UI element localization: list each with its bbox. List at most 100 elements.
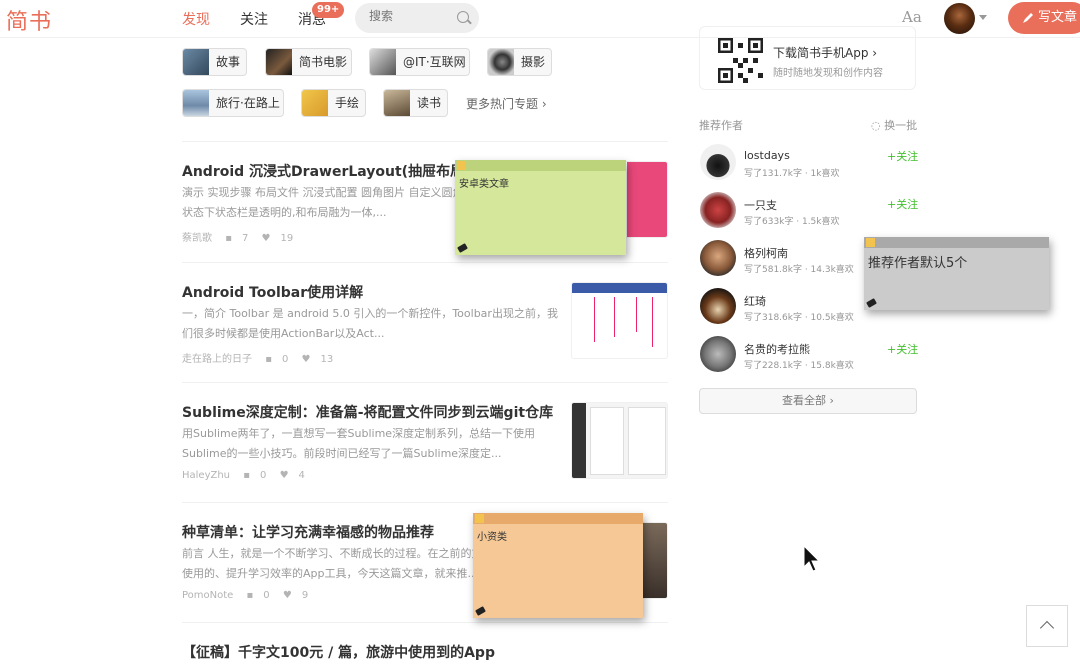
author-stats: 写了228.1k字 · 15.8k喜欢: [744, 361, 854, 371]
topic-thumb: [370, 49, 396, 75]
author-name[interactable]: 一只支: [744, 197, 777, 213]
user-avatar[interactable]: [944, 3, 975, 34]
sticky-bar: [864, 237, 1049, 248]
heart-icon: ♥: [282, 590, 292, 601]
tag-icon: [866, 298, 877, 308]
follow-button[interactable]: +关注: [887, 148, 918, 164]
search-box: [355, 3, 479, 33]
topic-photo[interactable]: 摄影: [487, 48, 552, 76]
app-card-title[interactable]: 下载简书手机App ›: [773, 44, 877, 61]
refresh-icon: ◌: [871, 119, 885, 132]
author-stats: 写了131.7k字 · 1k喜欢: [744, 169, 840, 179]
sticky-text: 安卓类文章: [459, 179, 509, 190]
author-stats: 写了318.6k字 · 10.5k喜欢: [744, 313, 854, 323]
topic-movie[interactable]: 简书电影: [265, 48, 352, 76]
article-thumbnail[interactable]: [571, 402, 668, 479]
comment-icon: ▪: [243, 470, 250, 481]
author-avatar[interactable]: [700, 240, 736, 276]
article-author[interactable]: HaleyZhu: [182, 470, 230, 481]
site-logo[interactable]: 简书: [6, 4, 52, 36]
divider: [182, 382, 668, 383]
search-icon[interactable]: [457, 11, 469, 23]
heart-icon: ♥: [279, 470, 289, 481]
sticky-handle[interactable]: [457, 161, 466, 170]
like-count: 4: [298, 470, 305, 481]
sticky-bar: [473, 513, 643, 524]
write-article-label: 写文章: [1038, 10, 1078, 25]
comment-icon: ▪: [246, 590, 254, 601]
author-avatar[interactable]: [700, 144, 736, 180]
topic-it[interactable]: @IT·互联网: [369, 48, 470, 76]
thumbnail-graphic: [594, 297, 595, 342]
topic-label: @IT·互联网: [403, 55, 466, 69]
more-topics-link[interactable]: 更多热门专题 ›: [466, 95, 547, 112]
tag-icon: [457, 243, 468, 253]
article-author[interactable]: 走在路上的日子: [182, 354, 252, 365]
nav-follow[interactable]: 关注: [240, 9, 268, 29]
thumbnail-graphic: [636, 297, 637, 332]
comment-icon: ▪: [265, 354, 272, 365]
author-avatar[interactable]: [700, 288, 736, 324]
topic-label: 简书电影: [299, 55, 348, 69]
topic-thumb: [384, 90, 410, 116]
app-card-subtitle: 随时随地发现和创作内容: [773, 68, 883, 79]
thumbnail-graphic: [628, 407, 666, 475]
search-input[interactable]: [369, 9, 459, 23]
nav-discover[interactable]: 发现: [182, 9, 210, 29]
topic-story[interactable]: 故事: [182, 48, 247, 76]
see-all-authors-button[interactable]: 查看全部 ›: [699, 388, 917, 414]
article-author[interactable]: 蔡凯歌: [182, 233, 212, 244]
topic-reading[interactable]: 读书: [383, 89, 448, 117]
article-meta: 走在路上的日子 ▪ 0 ♥ 13: [182, 350, 343, 365]
thumbnail-graphic: [614, 297, 615, 337]
author-name[interactable]: lostdays: [744, 149, 790, 162]
thumbnail-graphic: [627, 162, 667, 237]
article-title[interactable]: 【征稿】千字文100元 / 篇，旅游中使用到的App: [182, 642, 495, 662]
sticky-handle[interactable]: [866, 238, 875, 247]
author-name[interactable]: 名贵的考拉熊: [744, 341, 810, 357]
article-title[interactable]: 种草清单：让学习充满幸福感的物品推荐: [182, 522, 434, 542]
author-avatar[interactable]: [700, 336, 736, 372]
sticky-handle[interactable]: [475, 514, 484, 523]
follow-button[interactable]: +关注: [887, 196, 918, 212]
article-author[interactable]: PomoNote: [182, 590, 233, 601]
article-abstract: 用Sublime两年了，一直想写一套Sublime深度定制系列，总结一下使用Su…: [182, 427, 536, 460]
article-title[interactable]: Android 沉浸式DrawerLayout(抽屉布局)案: [182, 161, 484, 181]
like-count: 13: [320, 354, 334, 365]
recommend-heading: 推荐作者: [699, 119, 743, 132]
pen-icon: [1023, 13, 1033, 23]
author-name[interactable]: 格列柯南: [744, 245, 788, 261]
article-thumbnail[interactable]: [571, 282, 668, 359]
topic-drawing[interactable]: 手绘: [301, 89, 366, 117]
topic-thumb: [488, 49, 514, 75]
refresh-button[interactable]: ◌ 换一批: [871, 117, 917, 133]
article-title[interactable]: Android Toolbar使用详解: [182, 282, 363, 302]
comment-count: 0: [281, 354, 289, 365]
topic-thumb: [183, 90, 209, 116]
author-avatar[interactable]: [700, 192, 736, 228]
author-name[interactable]: 红琦: [744, 293, 766, 309]
article-title[interactable]: Sublime深度定制：准备篇-将配置文件同步到云端git仓库: [182, 402, 553, 422]
sticky-note-lifestyle[interactable]: 小资类: [473, 513, 643, 618]
font-settings-icon[interactable]: Aa: [902, 8, 922, 26]
divider: [182, 622, 668, 623]
article-meta: HaleyZhu ▪ 0 ♥ 4: [182, 470, 315, 481]
sticky-text: 推荐作者默认5个: [868, 256, 968, 271]
thumbnail-graphic: [572, 283, 667, 293]
comment-count: 7: [241, 233, 249, 244]
topic-thumb: [266, 49, 292, 75]
qr-code-icon: [718, 38, 763, 83]
refresh-label: 换一批: [884, 119, 918, 132]
chevron-down-icon[interactable]: [979, 15, 987, 20]
heart-icon: ♥: [301, 354, 311, 365]
topic-thumb: [183, 49, 209, 75]
sticky-note-authors[interactable]: 推荐作者默认5个: [864, 237, 1049, 310]
sticky-note-android[interactable]: 安卓类文章: [455, 160, 626, 255]
author-stats: 写了581.8k字 · 14.3k喜欢: [744, 265, 854, 275]
follow-button[interactable]: +关注: [887, 341, 918, 357]
sticky-text: 小资类: [477, 532, 507, 543]
topic-travel[interactable]: 旅行·在路上: [182, 89, 284, 117]
back-to-top-button[interactable]: [1026, 605, 1068, 647]
write-article-button[interactable]: 写文章: [1008, 2, 1080, 34]
top-navbar: 简书 发现 关注 消息 99+ Aa 写文章: [0, 0, 1080, 38]
